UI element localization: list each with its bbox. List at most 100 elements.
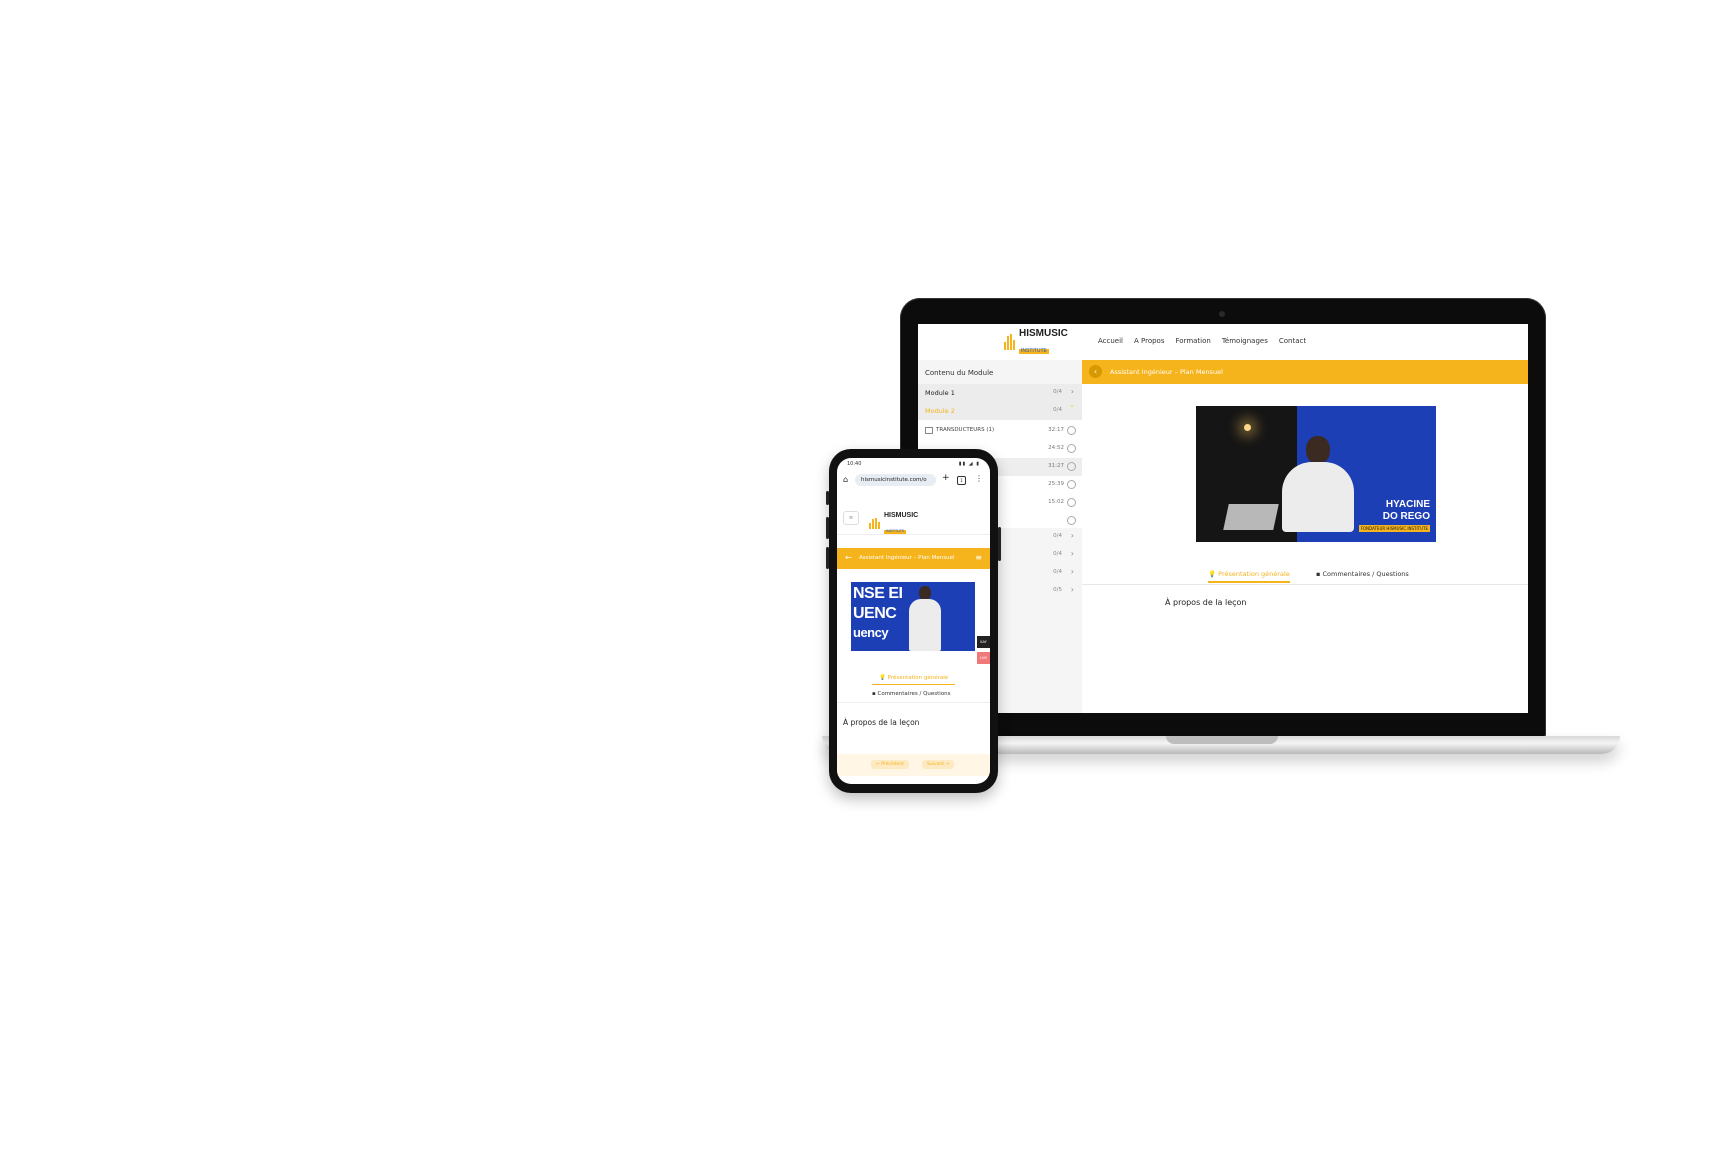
- module-count: 0/4: [1053, 407, 1062, 413]
- back-arrow-icon[interactable]: ←: [845, 553, 852, 562]
- chevron-right-icon: ›: [1070, 531, 1074, 540]
- nav-temoignages[interactable]: Témoignages: [1222, 337, 1268, 345]
- tab-overview[interactable]: 💡 Présentation générale: [1208, 570, 1290, 583]
- divider: [837, 702, 990, 703]
- url-text: hismusicinstitute.com/o: [861, 477, 927, 483]
- side-badge-live[interactable]: LIVE: [977, 652, 990, 664]
- back-arrow-icon[interactable]: ‹: [1089, 365, 1102, 378]
- phone-screen: 10:40 ▮▮ ◢ ▮ ⌂ hismusicinstitute.com/o +…: [837, 458, 990, 784]
- chevron-right-icon: ›: [1070, 567, 1074, 576]
- module-count: 0/4: [1053, 551, 1062, 557]
- course-title: Assistant Ingénieur – Plan Mensuel: [1110, 368, 1223, 376]
- tab-comments[interactable]: ▪ Commentaires / Questions: [872, 691, 951, 697]
- circle-check-icon[interactable]: [1067, 480, 1076, 489]
- next-button[interactable]: Suivant →: [922, 760, 955, 769]
- circle-check-icon[interactable]: [1067, 426, 1076, 435]
- lesson-time: 32:17: [1048, 427, 1064, 433]
- tab-count-icon[interactable]: 1: [957, 476, 966, 485]
- sidebar-title: Contenu du Module: [925, 369, 994, 377]
- lesson-title-bar: ‹ Assistant Ingénieur – Plan Mensuel: [1082, 360, 1528, 384]
- module-label: Module 2: [925, 407, 955, 415]
- previous-button[interactable]: ← Précédent: [871, 760, 909, 769]
- module-label: Module 1: [925, 389, 955, 397]
- module-count: 0/5: [1053, 587, 1062, 593]
- presenter-body: [909, 599, 941, 651]
- about-heading: À propos de la leçon: [843, 718, 920, 727]
- module-count: 0/4: [1053, 569, 1062, 575]
- video-icon: [925, 427, 933, 434]
- presenter-head: [919, 586, 931, 600]
- tab-comments-label: Commentaires / Questions: [877, 691, 951, 697]
- comment-icon: ▪: [1316, 570, 1321, 578]
- status-time: 10:40: [847, 461, 862, 467]
- main-nav: Accueil A Propos Formation Témoignages C…: [1098, 337, 1306, 345]
- phone-site-header: ≡ HISMUSIC INSTITUTE: [837, 502, 990, 535]
- circle-check-icon[interactable]: [1067, 462, 1076, 471]
- nav-contact[interactable]: Contact: [1279, 337, 1306, 345]
- phone-lesson-bar: ← Assistant Ingénieur – Plan Mensuel ≡: [837, 548, 990, 569]
- lesson-item[interactable]: TRANSDUCTEURS (1) 32:17: [918, 422, 1082, 440]
- url-field[interactable]: hismusicinstitute.com/o: [855, 474, 936, 486]
- home-icon[interactable]: ⌂: [843, 475, 848, 484]
- laptop-notch: [1166, 736, 1278, 744]
- presenter-name-line1: HYACINE: [1385, 499, 1430, 510]
- logo-bars-icon: [869, 518, 880, 529]
- phone-video-player[interactable]: NSE EI UENC uency: [851, 582, 975, 651]
- menu-button[interactable]: ≡: [843, 511, 859, 525]
- presenter-body: [1282, 462, 1354, 532]
- nav-formation[interactable]: Formation: [1176, 337, 1211, 345]
- lamp-light: [1244, 424, 1251, 431]
- circle-check-icon[interactable]: [1067, 498, 1076, 507]
- about-heading: À propos de la leçon: [1165, 598, 1247, 607]
- tab-overview-label: Présentation générale: [887, 675, 949, 681]
- new-tab-icon[interactable]: +: [942, 473, 950, 483]
- browser-bar: ⌂ hismusicinstitute.com/o + 1 ⋮: [841, 473, 986, 488]
- course-title: Assistant Ingénieur – Plan Mensuel: [859, 555, 955, 561]
- lesson-tabs: 💡 Présentation générale ▪ Commentaires /…: [1082, 566, 1528, 585]
- sidebar-module-2[interactable]: Module 2 0/4 ˆ: [918, 402, 1082, 420]
- video-text-line: uency: [853, 625, 889, 640]
- tab-overview[interactable]: 💡 Présentation générale: [872, 675, 956, 685]
- side-badge[interactable]: KAY: [977, 636, 990, 648]
- lesson-navigation: ← Précédent Suivant →: [837, 754, 990, 776]
- nav-a-propos[interactable]: A Propos: [1134, 337, 1165, 345]
- status-bar: 10:40 ▮▮ ◢ ▮: [837, 458, 990, 470]
- phone-frame: 10:40 ▮▮ ◢ ▮ ⌂ hismusicinstitute.com/o +…: [826, 449, 1001, 793]
- tab-comments-label: Commentaires / Questions: [1322, 570, 1409, 578]
- phone-button: [826, 547, 829, 569]
- chevron-right-icon: ›: [1070, 549, 1074, 558]
- sidebar-module-1[interactable]: Module 1 0/4 ›: [918, 384, 1082, 402]
- tab-overview-label: Présentation générale: [1218, 570, 1290, 578]
- phone-button: [826, 491, 829, 505]
- module-count: 0/4: [1053, 533, 1062, 539]
- lesson-time: 24:52: [1048, 445, 1064, 451]
- more-vert-icon[interactable]: ⋮: [975, 474, 983, 483]
- lesson-title: TRANSDUCTEURS (1): [936, 427, 995, 433]
- circle-check-icon[interactable]: [1067, 516, 1076, 525]
- laptop-screen: HISMUSIC INSTITUTE Accueil A Propos Form…: [918, 324, 1528, 713]
- phone-button: [998, 527, 1001, 561]
- signal-battery-icon: ▮▮ ◢ ▮: [958, 461, 980, 467]
- phone-logo[interactable]: HISMUSIC INSTITUTE: [869, 512, 918, 535]
- presenter-name-line2: DO REGO: [1382, 511, 1430, 522]
- circle-check-icon[interactable]: [1067, 444, 1076, 453]
- list-icon[interactable]: ≡: [975, 553, 982, 562]
- tab-comments[interactable]: ▪ Commentaires / Questions: [1316, 570, 1409, 578]
- presenter-role: FONDATEUR HISMUSIC INSTITUTE: [1358, 525, 1430, 532]
- camera: [1219, 311, 1225, 317]
- lightbulb-icon: 💡: [1208, 570, 1217, 578]
- site-header: HISMUSIC INSTITUTE Accueil A Propos Form…: [918, 324, 1528, 361]
- lesson-time: 31:27: [1048, 463, 1064, 469]
- chevron-right-icon: ›: [1070, 585, 1074, 594]
- logo[interactable]: HISMUSIC INSTITUTE: [1004, 329, 1068, 354]
- phone-button: [826, 517, 829, 539]
- lightbulb-icon: 💡: [879, 675, 886, 681]
- nav-accueil[interactable]: Accueil: [1098, 337, 1123, 345]
- logo-bars-icon: [1004, 334, 1015, 350]
- lesson-time: 15:02: [1048, 499, 1064, 505]
- video-text-line: NSE EI: [853, 585, 903, 602]
- video-player[interactable]: HYACINE DO REGO FONDATEUR HISMUSIC INSTI…: [1196, 406, 1436, 542]
- chevron-right-icon: ›: [1070, 387, 1074, 396]
- presenter-head: [1306, 436, 1330, 464]
- logo-sub: INSTITUTE: [884, 529, 907, 534]
